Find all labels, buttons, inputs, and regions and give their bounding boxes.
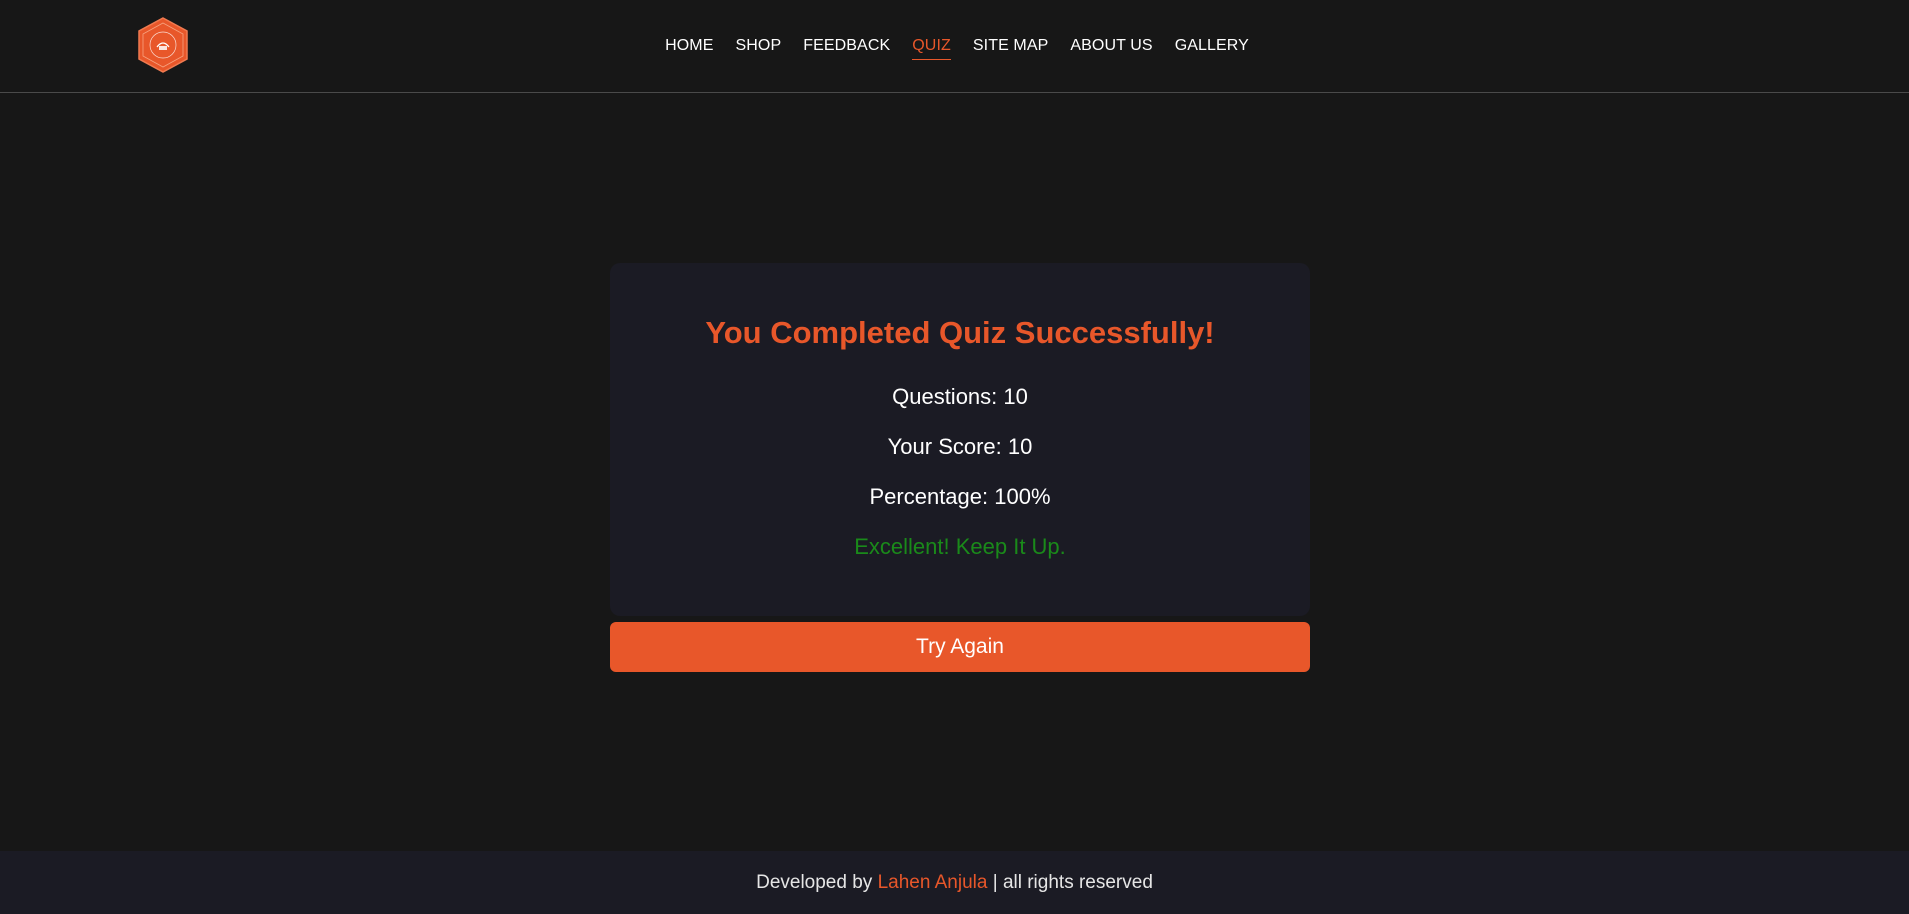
footer-suffix: | all rights reserved [987,872,1153,893]
main-nav: HOME SHOP FEEDBACK QUIZ SITE MAP ABOUT U… [0,36,1909,60]
nav-quiz[interactable]: QUIZ [912,36,951,60]
questions-value: 10 [1003,384,1028,409]
result-title: You Completed Quiz Successfully! [705,315,1215,350]
try-again-button[interactable]: Try Again [610,622,1310,672]
percentage-value: 100% [994,484,1051,509]
quiz-result-card: You Completed Quiz Successfully! Questio… [610,263,1310,616]
developer-name: Lahen Anjula [877,872,988,893]
footer-prefix: Developed by [756,872,878,893]
percentage-label: Percentage: [869,484,995,509]
score-value: 10 [1007,434,1033,459]
questions-stat: Questions: 10 [610,384,1310,410]
result-remark: Excellent! Keep It Up. [854,534,1066,559]
nav-about-us[interactable]: ABOUT US [1070,36,1152,60]
score-label: Your Score: [887,434,1008,459]
score-stat: Your Score: 10 [610,434,1310,460]
percentage-stat: Percentage: 100% [610,484,1310,510]
nav-shop[interactable]: SHOP [735,36,781,60]
site-header: HOME SHOP FEEDBACK QUIZ SITE MAP ABOUT U… [0,0,1909,93]
nav-site-map[interactable]: SITE MAP [973,36,1048,60]
nav-feedback[interactable]: FEEDBACK [803,36,890,60]
nav-gallery[interactable]: GALLERY [1175,36,1249,60]
questions-label: Questions: [892,384,1004,409]
nav-home[interactable]: HOME [665,36,713,60]
site-footer: Developed by Lahen Anjula | all rights r… [0,851,1909,914]
